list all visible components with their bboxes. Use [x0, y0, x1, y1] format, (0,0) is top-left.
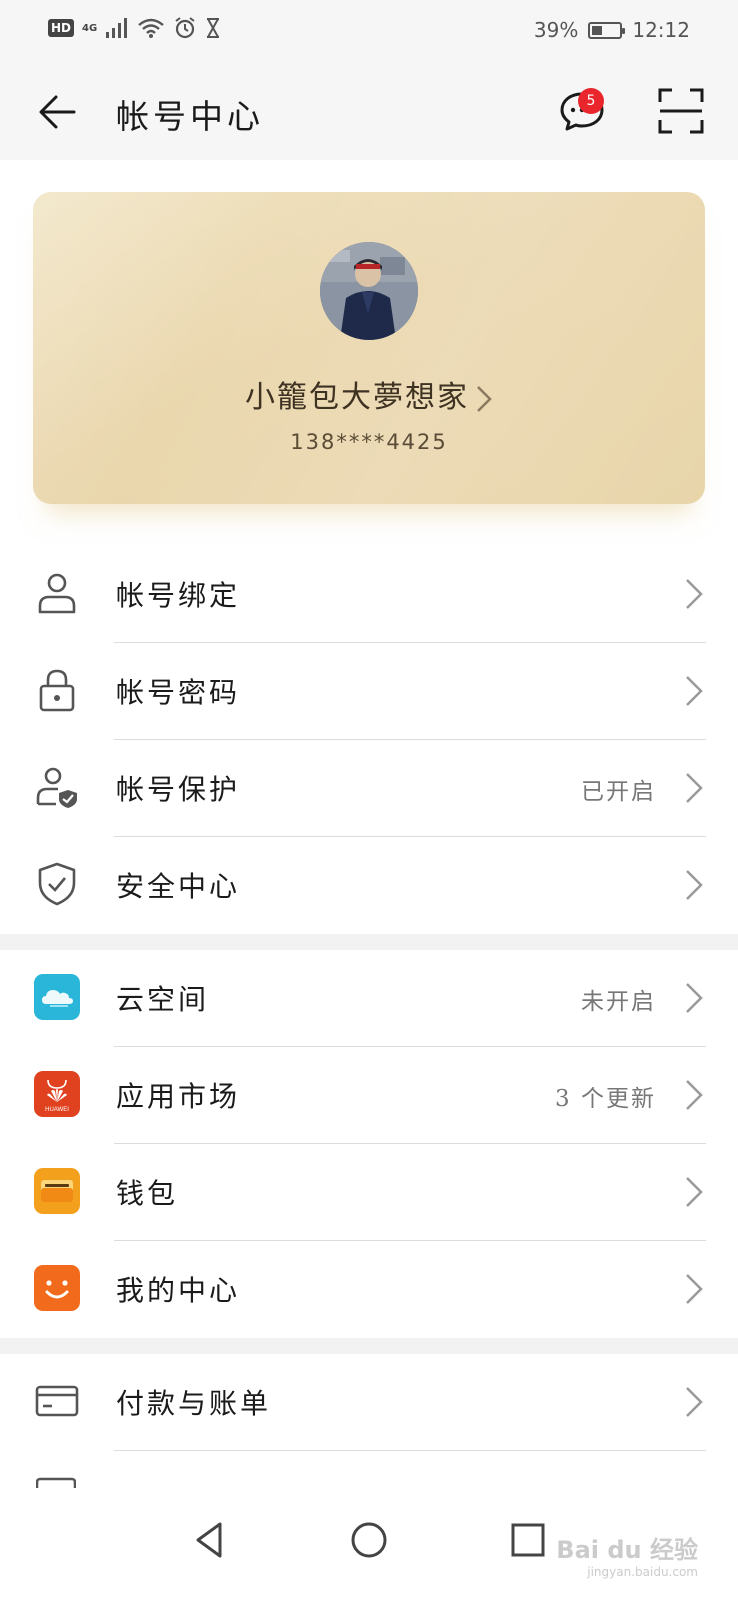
watermark: Bai du 经验 jingyan.baidu.com [556, 1530, 698, 1579]
wifi-icon [138, 18, 164, 38]
card-icon [36, 1477, 76, 1488]
menu-label: 帐号绑定 [116, 579, 241, 612]
menu-item-account-password[interactable]: 帐号密码 [0, 643, 738, 740]
section-gap [0, 1338, 738, 1354]
menu-value: 未开启 [581, 989, 656, 1015]
menu-label: 帐号保护 [116, 773, 241, 806]
menu-item-next-partial[interactable] [0, 1451, 738, 1488]
menu-item-app-market[interactable]: HUAWEI 应用市场 3 个更新 [0, 1047, 738, 1144]
message-badge: 5 [578, 88, 604, 114]
chevron-right-icon [686, 676, 703, 706]
menu-label: 我的中心 [116, 1274, 241, 1307]
menu-item-my-center[interactable]: 我的中心 [0, 1241, 738, 1338]
menu-label: 云空间 [116, 983, 210, 1016]
avatar-image [320, 242, 418, 340]
battery-fill [592, 25, 603, 35]
user-phone: 138****4425 [290, 430, 448, 454]
status-bar: HD 4G 39% 12:12 [0, 0, 738, 64]
profile-card[interactable]: 小籠包大夢想家 138****4425 [33, 192, 705, 504]
app-bar: 帐号中心 5 [0, 64, 738, 160]
menu-value: 3 个更新 [555, 1086, 656, 1112]
app-icon-text: HUAWEI [45, 1107, 69, 1113]
alarm-icon [175, 17, 195, 39]
chevron-right-icon [686, 1387, 703, 1417]
network-type: 4G [82, 22, 98, 34]
hourglass-icon [207, 18, 220, 38]
user-name[interactable]: 小籠包大夢想家 [33, 372, 705, 416]
nav-back-icon[interactable] [188, 1518, 232, 1562]
chevron-right-icon [686, 870, 703, 900]
cloud-icon [34, 974, 80, 1020]
menu-label: 付款与账单 [116, 1387, 272, 1420]
menu-label: 应用市场 [116, 1080, 241, 1113]
page-title: 帐号中心 [116, 97, 264, 136]
menu-item-account-protection[interactable]: 帐号保护 已开启 [0, 740, 738, 837]
menu-label: 安全中心 [116, 870, 241, 903]
chevron-right-icon [686, 983, 703, 1013]
arrow-left-icon[interactable] [34, 88, 82, 136]
person-icon [38, 573, 76, 614]
chevron-right-icon [686, 579, 703, 609]
clock: 12:12 [632, 18, 690, 42]
hd-badge: HD [48, 19, 75, 37]
status-right: 39% 12:12 [534, 18, 690, 42]
watermark-sub: jingyan.baidu.com [587, 1565, 698, 1579]
chevron-right-icon [477, 386, 492, 412]
section-gap [0, 934, 738, 950]
nav-recents-icon[interactable] [506, 1518, 550, 1562]
wallet-icon [34, 1168, 80, 1214]
nav-home-icon[interactable] [347, 1518, 391, 1562]
battery-percent: 39% [533, 18, 579, 42]
menu-label: 帐号密码 [116, 676, 241, 709]
card-icon [35, 1385, 79, 1417]
card-sheen [33, 192, 705, 504]
scan-icon[interactable] [658, 88, 704, 134]
menu-item-account-binding[interactable]: 帐号绑定 [0, 546, 738, 643]
smile-icon [34, 1265, 80, 1311]
chevron-right-icon [686, 1080, 703, 1110]
shield-check-icon [38, 862, 76, 906]
chevron-right-icon [686, 773, 703, 803]
lock-icon [39, 669, 75, 712]
menu-item-payments-bills[interactable]: 付款与账单 [0, 1354, 738, 1451]
huawei-appgallery-icon: HUAWEI [34, 1071, 80, 1117]
status-left: HD 4G [48, 16, 221, 40]
user-name-text: 小籠包大夢想家 [245, 380, 469, 415]
menu-item-wallet[interactable]: 钱包 [0, 1144, 738, 1241]
menu-item-security-center[interactable]: 安全中心 [0, 837, 738, 934]
watermark-text: Bai du 经验 [556, 1536, 698, 1564]
chevron-right-icon [686, 1177, 703, 1207]
menu-label: 钱包 [116, 1177, 179, 1210]
signal-icon [106, 18, 128, 38]
battery-icon [588, 21, 626, 39]
menu-value: 已开启 [581, 779, 656, 805]
chevron-right-icon [686, 1274, 703, 1304]
avatar[interactable] [320, 242, 418, 340]
menu-item-cloud[interactable]: 云空间 未开启 [0, 950, 738, 1047]
person-shield-icon [36, 767, 77, 808]
